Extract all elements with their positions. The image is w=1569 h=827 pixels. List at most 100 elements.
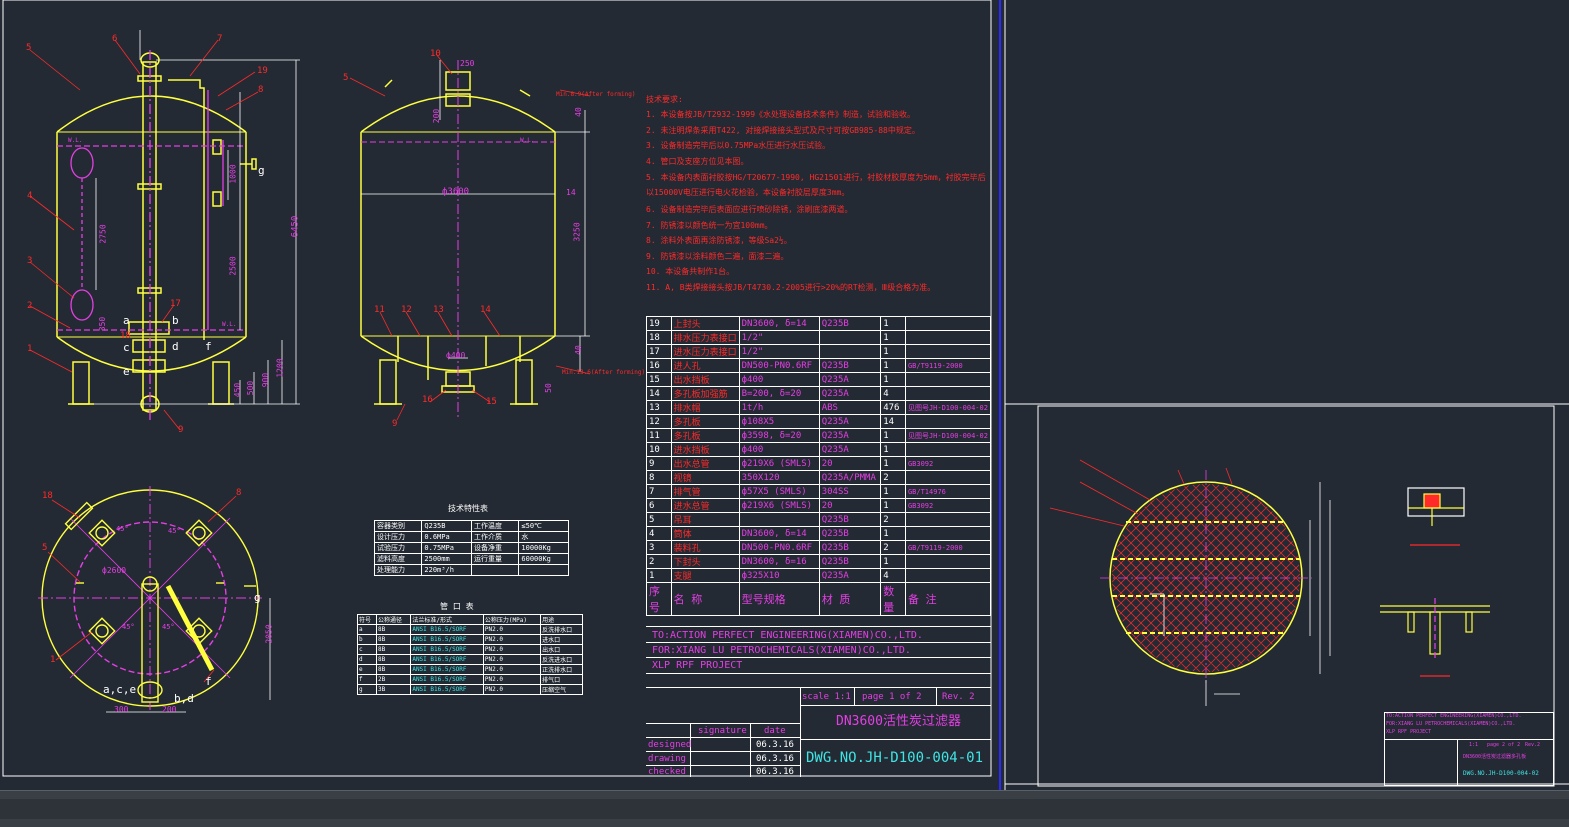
callout: 6 [112, 34, 118, 44]
dim-label: 200 [162, 705, 177, 714]
table-cell: d [356, 654, 378, 665]
table-cell: 19 [646, 316, 672, 331]
table-cell: 2 [880, 512, 906, 527]
table-cell: ANSI B16.5/SORF [410, 624, 484, 635]
column-header: 备 注 [904, 582, 992, 616]
table-cell: PN2.0 [482, 624, 542, 635]
column-header: 型号规格 [738, 582, 820, 616]
table-cell: 1/2" [738, 344, 820, 359]
table-cell: 出水挡板 [670, 372, 740, 387]
table-cell: ф219X6 (SMLS) [738, 456, 820, 471]
dim-note: Min.8.9(After forming) [556, 91, 636, 98]
nozzle-letter: f [205, 340, 212, 353]
table-cell: 筒体 [670, 526, 740, 541]
callout: 17 [170, 299, 181, 309]
table-cell: 见图号JH-D100-004-02 [904, 428, 992, 443]
column-header: 材 质 [818, 582, 882, 616]
table-cell: 出水口 [540, 644, 583, 655]
table-cell: 进水压力表接口 [670, 344, 740, 359]
table-row: f 2B ANSI B16.5/SORF PN2.0 排气口 [356, 674, 583, 685]
column-header: 用途 [540, 614, 583, 625]
table-row: 滤料高度 2500mm 运行重量 60000Kg [373, 553, 569, 565]
drawing-title: DN3600活性炭过滤器 [836, 714, 961, 729]
table-row: 10 进水挡板 ф400 Q235A 1 [646, 442, 992, 457]
column-header: 公称通径 [376, 614, 412, 625]
dim-label: 40 [573, 345, 583, 355]
table-cell [904, 512, 992, 527]
table-cell: 8B [376, 634, 412, 645]
table-row: 9 出水总管 ф219X6 (SMLS) 20 1 GB3092 [646, 456, 992, 471]
table-cell: 工作介质 [470, 531, 520, 543]
table-row: b 8B ANSI B16.5/SORF PN2.0 进水口 [356, 634, 583, 645]
tech-char-table: 容器类别 Q235B 工作温度 ≤50℃ 设计压力 0.6MPa 工作介质 水 … [373, 520, 569, 576]
tech-note-line: 9. 防锈漆以涂料颜色二遍，面漆二遍。 [646, 252, 789, 261]
table-cell [904, 414, 992, 429]
table-cell: 13 [646, 400, 672, 415]
table-cell: 9 [646, 456, 672, 471]
table-cell: Q235B [818, 316, 882, 331]
table-cell: 工作温度 [470, 520, 520, 532]
table-cell: ф108X5 [738, 414, 820, 429]
table-cell: DN3600, δ=14 [738, 526, 820, 541]
table-cell: 1 [880, 316, 906, 331]
sight-glasses [57, 50, 246, 420]
table-row: 设计压力 0.6MPa 工作介质 水 [373, 531, 569, 543]
table-cell: Q235A/PMMA [818, 470, 882, 485]
command-line[interactable] [0, 799, 1569, 819]
table-cell: 正洗排水口 [540, 664, 583, 675]
table-cell: 反洗排水口 [540, 624, 583, 635]
table-cell: ANSI B16.5/SORF [410, 684, 484, 695]
sig-date: 06.3.16 [756, 740, 794, 750]
table-cell: 进人孔 [670, 358, 740, 373]
table-cell: 60000Kg [518, 553, 569, 565]
table-cell: 1 [880, 372, 906, 387]
mini-to: TO:ACTION PERFECT ENGINEERING(XIAMEN)CO.… [1386, 713, 1522, 719]
table-cell: 容器类别 [373, 520, 423, 532]
dim-label: 2050 [264, 624, 274, 644]
dim-label: 45° [122, 623, 135, 631]
table-cell: 下封头 [670, 554, 740, 569]
table-row: 8 视镜 350X120 Q235A/PMMA 2 [646, 470, 992, 485]
table-row: 18 排水压力表接口 1/2" 1 [646, 330, 992, 345]
dim-label: ф3600 [442, 187, 470, 197]
dim-label: 45° [168, 527, 181, 535]
table-cell: DN3600, δ=14 [738, 316, 820, 331]
table-cell: 8B [376, 654, 412, 665]
table-cell: a [356, 624, 378, 635]
table-cell: 2 [646, 554, 672, 569]
dim-label: 2750 [98, 224, 108, 244]
table-row: g 3B ANSI B16.5/SORF PN2.0 压缩空气 [356, 684, 583, 695]
table-cell: 处理能力 [373, 564, 423, 576]
tech-note-line: 2. 未注明焊条采用T422, 对接焊接接头型式及尺寸可按GB985-88中规定… [646, 126, 920, 135]
sig-role: designed [648, 740, 692, 750]
tech-note-line: 10. 本设备共制作1台。 [646, 267, 735, 276]
table-cell: 进水挡板 [670, 442, 740, 457]
table-cell: 2500mm [421, 553, 472, 565]
tech-note-line: 以15000V电压进行电火花检验，本设备衬胶层厚度3mm。 [646, 188, 850, 197]
tech-note-line: 7. 防锈漆以颜色统一为宜100mm。 [646, 221, 773, 230]
table-row: 2 下封头 DN3600, δ=16 Q235B 1 [646, 554, 992, 569]
nozzle-letter: g [254, 591, 261, 604]
table-cell: Q235A [818, 386, 882, 401]
table-cell: GB3092 [904, 498, 992, 513]
table-cell: 2 [880, 470, 906, 485]
column-header: 法兰标准/形式 [410, 614, 484, 625]
table-cell: GB/T9119-2000 [904, 358, 992, 373]
table-cell [904, 470, 992, 485]
table-cell: 排气口 [540, 674, 583, 685]
table-cell [904, 526, 992, 541]
table-cell: 1 [880, 428, 906, 443]
dim-label: ф400 [446, 351, 466, 360]
table-cell [818, 330, 882, 345]
table-cell: 排气管 [670, 484, 740, 499]
table-cell: 排水帽 [670, 400, 740, 415]
cad-viewport[interactable]: 技术要求: 1. 本设备按JB/T2932-1999《水处理设备技术条件》制造，… [0, 0, 1569, 827]
table-row: 15 出水挡板 ф400 Q235A 1 [646, 372, 992, 387]
table-cell: 出水总管 [670, 456, 740, 471]
wl-label: W.L. [68, 137, 83, 144]
callout: 14 [480, 305, 491, 315]
table-cell: 进水口 [540, 634, 583, 645]
table-cell: ABS [818, 400, 882, 415]
dim-label: 40 [573, 107, 583, 117]
table-cell [904, 568, 992, 583]
